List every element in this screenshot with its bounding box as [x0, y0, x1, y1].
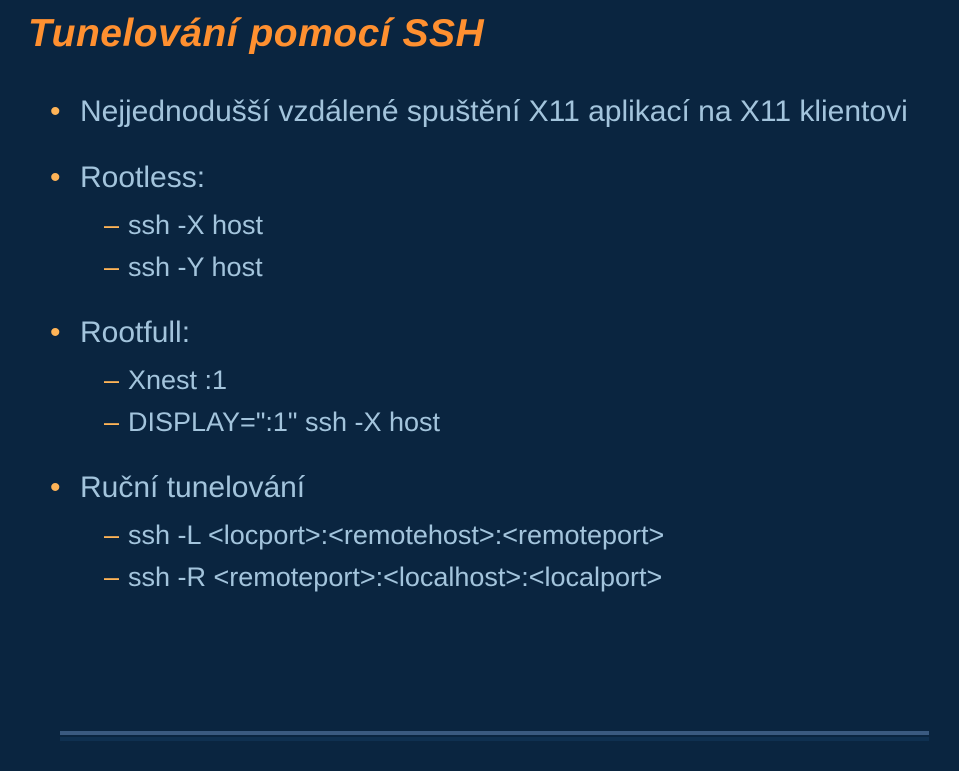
footer-divider: [60, 731, 929, 735]
sub-item: Xnest :1: [104, 360, 931, 402]
footer-divider-shadow: [60, 737, 929, 741]
sub-list: ssh -X host ssh -Y host: [80, 205, 931, 289]
sub-item: ssh -Y host: [104, 247, 931, 289]
bullet-list: Nejjednodušší vzdálené spuštění X11 apli…: [28, 90, 931, 599]
sub-list: ssh -L <locport>:<remotehost>:<remotepor…: [80, 515, 931, 599]
bullet-item: Rootfull: Xnest :1 DISPLAY=":1" ssh -X h…: [50, 311, 931, 444]
bullet-text: Rootfull:: [80, 316, 190, 349]
sub-item: ssh -L <locport>:<remotehost>:<remotepor…: [104, 515, 931, 557]
bullet-text: Ruční tunelování: [80, 471, 305, 504]
bullet-text: Nejjednodušší vzdálené spuštění X11 apli…: [80, 95, 908, 128]
bullet-text: Rootless:: [80, 161, 205, 194]
sub-item: ssh -X host: [104, 205, 931, 247]
sub-item: ssh -R <remoteport>:<localhost>:<localpo…: [104, 557, 931, 599]
sub-list: Xnest :1 DISPLAY=":1" ssh -X host: [80, 360, 931, 444]
bullet-item: Ruční tunelování ssh -L <locport>:<remot…: [50, 466, 931, 599]
bullet-item: Nejjednodušší vzdálené spuštění X11 apli…: [50, 90, 931, 134]
sub-item: DISPLAY=":1" ssh -X host: [104, 402, 931, 444]
bullet-item: Rootless: ssh -X host ssh -Y host: [50, 156, 931, 289]
slide-title: Tunelování pomocí SSH: [28, 12, 931, 56]
